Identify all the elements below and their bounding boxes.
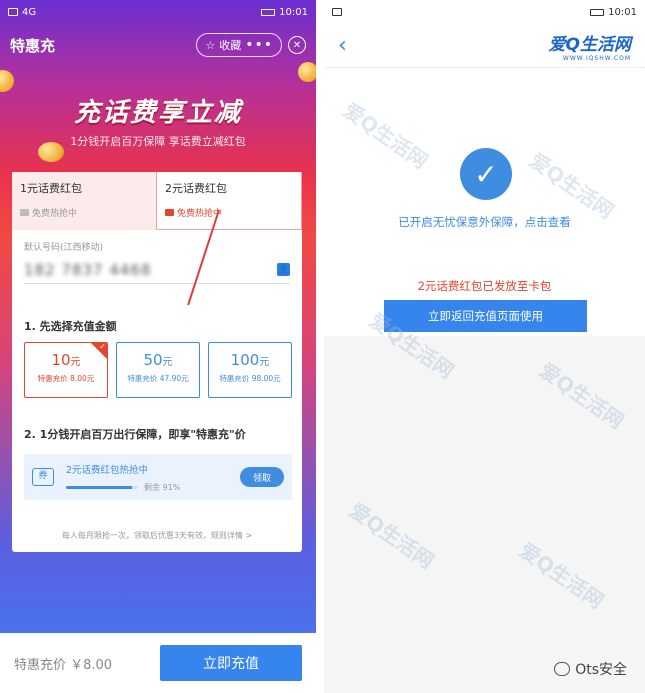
favorite-label: 收藏 xyxy=(219,39,242,52)
step1-heading: 1. 先选择充值金额 xyxy=(24,320,117,333)
redpacket-tabs: 1元话费红包 免费热抢中 2元话费红包 免费热抢中 xyxy=(12,172,302,230)
watermark: 爱Q生活网 xyxy=(535,358,629,434)
amount-unit: 元 xyxy=(70,357,81,368)
tab-title: 1元话费红包 xyxy=(20,182,82,195)
phone-input[interactable]: 182 7837 4468 👤 xyxy=(24,256,290,284)
phone-label: 默认号码(江西移动) xyxy=(24,243,104,253)
promo-banner: 充话费享立减 1分钱开启百万保障 享话费立减红包 xyxy=(0,92,316,149)
status-bar: 10:01 xyxy=(324,0,645,24)
star-icon: ☆ xyxy=(205,38,216,52)
more-icon[interactable]: ••• xyxy=(245,37,273,53)
screen-divider xyxy=(316,0,324,693)
bottom-bar: 特惠充价 ￥8.00 立即充值 xyxy=(0,633,316,693)
amount-option-100[interactable]: 100元 特惠充价 98.00元 xyxy=(208,342,292,398)
promo-title: 2元话费红包热抢中 xyxy=(66,464,149,476)
watermark: 爱Q生活网 xyxy=(515,538,609,614)
step2-heading: 2. 1分钱开启百万出行保障，即享"特惠充"价 xyxy=(24,428,246,441)
redpacket-message: 2元话费红包已发放至卡包 xyxy=(417,279,552,293)
ticket-icon xyxy=(165,209,174,216)
site-logo: 爱Q生活网 WWW.IQSHW.COM xyxy=(549,30,631,62)
amount-value: 50 xyxy=(143,351,163,369)
redpacket-icon: 券 xyxy=(32,468,54,486)
tab-title: 2元话费红包 xyxy=(165,182,227,195)
remaining-text: 剩余 91% xyxy=(144,482,181,492)
tab-1yuan-redpacket[interactable]: 1元话费红包 免费热抢中 xyxy=(12,172,156,230)
network-type: 4G xyxy=(22,6,37,18)
success-message[interactable]: 已开启无忧保意外保障，点击查看 xyxy=(324,214,645,230)
clock: 10:01 xyxy=(279,6,308,18)
right-screen: 10:01 ‹ 爱Q生活网 WWW.IQSHW.COM ✓ 已开启无忧保意外保障… xyxy=(324,0,645,693)
logo-url: WWW.IQSHW.COM xyxy=(562,54,631,62)
watermark: 爱Q生活网 xyxy=(345,498,439,574)
status-bar: 4G 10:01 xyxy=(0,0,316,24)
page-title: 特惠充 xyxy=(10,36,56,55)
amount-value: 100 xyxy=(230,351,260,369)
battery-icon xyxy=(261,8,276,16)
credit-text: Ots安全 xyxy=(575,662,627,678)
amount-price: 特惠充价 98.00元 xyxy=(219,374,281,383)
amount-price: 特惠充价 8.00元 xyxy=(37,374,95,383)
phone-number: 182 7837 4468 xyxy=(24,260,152,279)
banner-subline: 1分钱开启百万保障 享话费立减红包 xyxy=(70,135,246,148)
battery-icon xyxy=(590,8,605,16)
signal-icon xyxy=(332,8,342,16)
coin-decoration xyxy=(298,62,316,82)
back-icon[interactable]: ‹ xyxy=(338,33,347,58)
signal-icon xyxy=(8,8,18,16)
clock: 10:01 xyxy=(608,6,637,18)
amount-option-50[interactable]: 50元 特惠充价 47.90元 xyxy=(116,342,200,398)
coin-decoration xyxy=(0,70,14,92)
amount-options: ✓ 10元 特惠充价 8.00元 50元 特惠充价 47.90元 100元 特惠… xyxy=(24,342,292,398)
nav-header: ‹ 爱Q生活网 WWW.IQSHW.COM xyxy=(324,24,645,68)
wechat-icon xyxy=(554,662,571,676)
credit: Ots安全 xyxy=(554,659,627,679)
amount-price: 特惠充价 47.90元 xyxy=(127,374,189,383)
amount-unit: 元 xyxy=(162,357,173,368)
promo-redpacket: 券 2元话费红包热抢中 剩余 91% 领取 xyxy=(24,454,292,500)
contacts-icon[interactable]: 👤 xyxy=(277,263,290,276)
progress-bar xyxy=(66,485,138,489)
ticket-icon xyxy=(20,209,29,216)
progress-fill xyxy=(66,485,132,489)
amount-option-10[interactable]: ✓ 10元 特惠充价 8.00元 xyxy=(24,342,108,398)
favorite-button[interactable]: ☆ 收藏 ••• xyxy=(196,33,282,57)
app-header: 特惠充 ☆ 收藏 ••• ✕ xyxy=(0,30,316,60)
result-panel: ✓ 已开启无忧保意外保障，点击查看 2元话费红包已发放至卡包 立即返回充值页面使… xyxy=(324,68,645,336)
amount-unit: 元 xyxy=(259,357,270,368)
amount-value: 10 xyxy=(51,351,71,369)
close-icon[interactable]: ✕ xyxy=(288,36,306,54)
logo-title: 爱Q生活网 xyxy=(548,34,631,55)
left-screen: 4G 10:01 特惠充 ☆ 收藏 ••• ✕ 充话费享立减 1分钱开启百万保障… xyxy=(0,0,316,693)
check-icon: ✓ xyxy=(99,342,106,351)
banner-headline: 充话费享立减 xyxy=(73,98,242,128)
recharge-now-button[interactable]: 立即充值 xyxy=(160,645,302,681)
tab-2yuan-redpacket[interactable]: 2元话费红包 免费热抢中 xyxy=(156,172,302,230)
rules-link[interactable]: 每人每月限抢一次，领取后优惠3天有效，规则详情 > xyxy=(12,530,302,541)
recharge-card: 1元话费红包 免费热抢中 2元话费红包 免费热抢中 默认号码(江西移动) 182… xyxy=(12,172,302,552)
success-check-icon: ✓ xyxy=(460,148,512,200)
total-price: 特惠充价 ￥8.00 xyxy=(14,657,113,673)
return-to-recharge-button[interactable]: 立即返回充值页面使用 xyxy=(384,300,587,332)
claim-button[interactable]: 领取 xyxy=(240,467,284,487)
tab-subtitle: 免费热抢中 xyxy=(32,209,78,219)
